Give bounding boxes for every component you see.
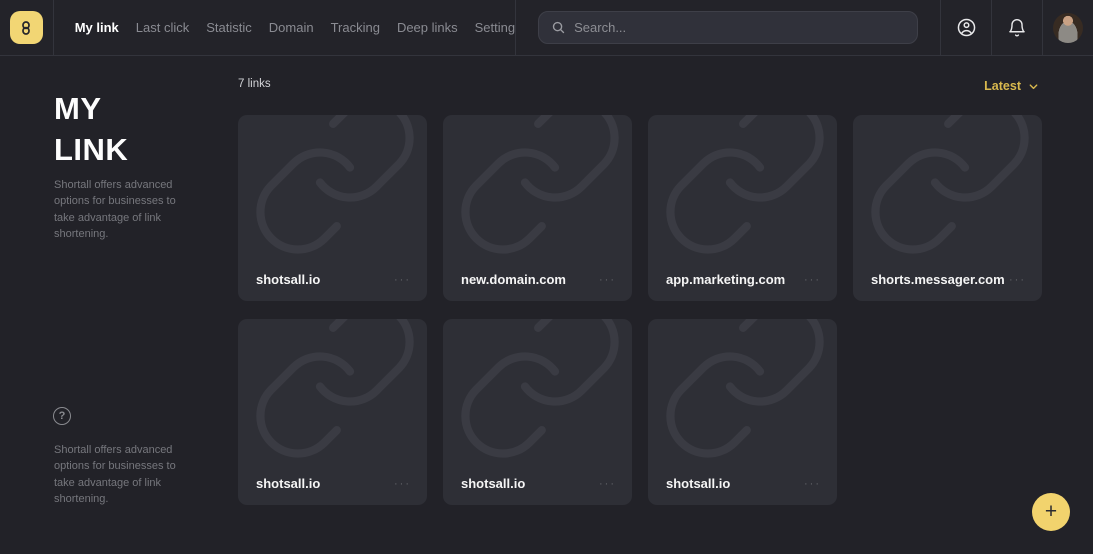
card-menu-button[interactable]: ··· — [1009, 275, 1026, 285]
link-icon — [18, 20, 34, 36]
question-icon: ? — [59, 410, 66, 422]
search-area — [515, 0, 940, 55]
user-avatar[interactable] — [1053, 13, 1083, 43]
card-domain: new.domain.com — [461, 272, 566, 287]
nav-setting[interactable]: Setting — [475, 20, 515, 35]
card-domain: shotsall.io — [256, 272, 320, 287]
link-watermark-icon — [450, 115, 630, 270]
card-domain: shotsall.io — [666, 476, 730, 491]
logo-cell — [0, 0, 54, 55]
sort-dropdown[interactable]: Latest — [984, 79, 1039, 93]
link-card[interactable]: shotsall.io ··· — [648, 319, 837, 505]
add-link-button[interactable]: + — [1032, 493, 1070, 531]
sidebar-description-2: Shortall offers advanced options for bus… — [54, 442, 176, 507]
nav-last-click[interactable]: Last click — [136, 20, 189, 35]
link-watermark-icon — [245, 115, 425, 270]
sidebar-description: Shortall offers advanced options for bus… — [54, 177, 176, 242]
link-card[interactable]: shorts.messager.com ··· — [853, 115, 1042, 301]
card-menu-button[interactable]: ··· — [804, 275, 821, 285]
card-domain: shorts.messager.com — [871, 272, 1005, 287]
search-box[interactable] — [538, 11, 918, 44]
nav-statistic[interactable]: Statistic — [206, 20, 252, 35]
link-watermark-icon — [450, 319, 630, 474]
card-menu-button[interactable]: ··· — [599, 275, 616, 285]
profile-cell[interactable] — [1042, 0, 1093, 55]
help-button[interactable]: ? — [53, 407, 71, 425]
card-domain: shotsall.io — [256, 476, 320, 491]
bell-icon — [1007, 18, 1027, 38]
link-watermark-icon — [655, 319, 835, 474]
nav-domain[interactable]: Domain — [269, 20, 314, 35]
page-title: MY LINK — [54, 88, 128, 170]
card-domain: app.marketing.com — [666, 272, 785, 287]
search-icon — [551, 20, 566, 35]
plus-icon: + — [1045, 500, 1057, 524]
search-input[interactable] — [574, 20, 905, 35]
card-menu-button[interactable]: ··· — [394, 275, 411, 285]
shortall-app: My link Last click Statistic Domain Trac… — [0, 0, 1093, 554]
link-card[interactable]: new.domain.com ··· — [443, 115, 632, 301]
nav-my-link[interactable]: My link — [75, 20, 119, 35]
card-menu-button[interactable]: ··· — [394, 479, 411, 489]
notifications-button[interactable] — [991, 0, 1042, 55]
link-watermark-icon — [860, 115, 1040, 270]
chevron-down-icon — [1028, 81, 1039, 92]
links-grid: shotsall.io ··· new.domain.com ··· app.m… — [238, 115, 1042, 505]
link-card[interactable]: shotsall.io ··· — [238, 115, 427, 301]
account-button[interactable] — [940, 0, 991, 55]
main-nav: My link Last click Statistic Domain Trac… — [75, 0, 515, 55]
account-icon — [956, 17, 977, 38]
sort-label: Latest — [984, 79, 1021, 93]
nav-tracking[interactable]: Tracking — [331, 20, 380, 35]
links-count: 7 links — [238, 78, 271, 90]
top-bar: My link Last click Statistic Domain Trac… — [0, 0, 1093, 56]
nav-deep-links[interactable]: Deep links — [397, 20, 458, 35]
link-watermark-icon — [655, 115, 835, 270]
app-logo[interactable] — [10, 11, 43, 44]
link-watermark-icon — [245, 319, 425, 474]
card-domain: shotsall.io — [461, 476, 525, 491]
link-card[interactable]: app.marketing.com ··· — [648, 115, 837, 301]
card-menu-button[interactable]: ··· — [804, 479, 821, 489]
link-card[interactable]: shotsall.io ··· — [238, 319, 427, 505]
card-menu-button[interactable]: ··· — [599, 479, 616, 489]
link-card[interactable]: shotsall.io ··· — [443, 319, 632, 505]
